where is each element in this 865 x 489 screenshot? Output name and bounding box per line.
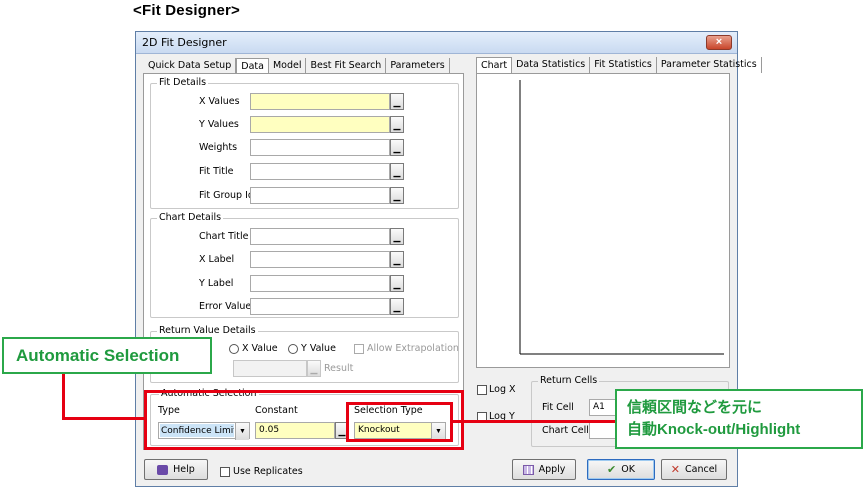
- apply-button[interactable]: Apply: [512, 459, 576, 480]
- apply-table-icon: [522, 464, 534, 475]
- range-picker-icon[interactable]: ▁: [390, 228, 404, 245]
- x-values-label: X Values: [199, 96, 240, 107]
- tab-model[interactable]: Model: [269, 58, 307, 74]
- chart-title-label: Chart Title: [199, 231, 249, 242]
- tab-chart[interactable]: Chart: [476, 57, 513, 73]
- return-cells-legend: Return Cells: [538, 375, 600, 386]
- range-picker-icon[interactable]: ▁: [390, 139, 404, 156]
- fit-title-label: Fit Title: [199, 166, 234, 177]
- fit-details-group: Fit Details X Values ▁ Y Values ▁ Weight…: [150, 77, 459, 209]
- error-values-input[interactable]: [250, 298, 390, 315]
- return-value-details-legend: Return Value Details: [157, 325, 258, 336]
- checkmark-icon: ✔: [607, 463, 617, 476]
- help-book-icon: [157, 464, 169, 475]
- y-values-input[interactable]: [250, 116, 390, 133]
- range-picker-icon[interactable]: ▁: [390, 93, 404, 110]
- x-label-input[interactable]: [250, 251, 390, 268]
- range-picker-icon[interactable]: ▁: [390, 298, 404, 315]
- cancel-button-label: Cancel: [685, 464, 718, 475]
- log-x-checkbox[interactable]: [477, 385, 487, 395]
- chart-cell-label: Chart Cell: [542, 425, 589, 436]
- range-picker-icon[interactable]: ▁: [390, 187, 404, 204]
- allow-extrapolation-checkbox[interactable]: [354, 344, 364, 354]
- chart-axes: [519, 80, 724, 355]
- chart-panel: [476, 73, 730, 368]
- x-label-label: X Label: [199, 254, 235, 265]
- title-bar: 2D Fit Designer ×: [136, 32, 737, 54]
- help-button-label: Help: [173, 464, 195, 475]
- tab-data-statistics[interactable]: Data Statistics: [512, 57, 591, 73]
- weights-input[interactable]: [250, 139, 390, 156]
- tab-quick-data-setup[interactable]: Quick Data Setup: [144, 58, 237, 74]
- window-title: 2D Fit Designer: [142, 36, 227, 49]
- ok-button-label: OK: [621, 464, 635, 475]
- use-replicates-checkbox[interactable]: [220, 467, 230, 477]
- use-replicates-label: Use Replicates: [233, 466, 303, 477]
- callout-line-2: 自動Knock-out/Highlight: [627, 421, 801, 438]
- cancel-button[interactable]: ✕ Cancel: [661, 459, 727, 480]
- page-heading: <Fit Designer>: [133, 2, 241, 19]
- result-input[interactable]: [233, 360, 307, 377]
- left-callout-connector: [62, 370, 65, 420]
- allow-extrapolation-label: Allow Extrapolation: [367, 343, 459, 354]
- chart-details-group: Chart Details Chart Title ▁ X Label ▁ Y …: [150, 212, 459, 318]
- range-picker-icon[interactable]: ▁: [390, 163, 404, 180]
- fit-cell-label: Fit Cell: [542, 402, 574, 413]
- fit-group-id-input[interactable]: [250, 187, 390, 204]
- weights-label: Weights: [199, 142, 238, 153]
- result-label: Result: [324, 363, 354, 374]
- log-x-label: Log X: [489, 384, 516, 395]
- callout-line-1: 信頼区間などを元に: [627, 399, 763, 416]
- error-values-label: Error Values: [199, 301, 257, 312]
- y-values-label: Y Values: [199, 119, 239, 130]
- range-picker-icon[interactable]: ▁: [390, 275, 404, 292]
- tab-parameters[interactable]: Parameters: [386, 58, 450, 74]
- apply-button-label: Apply: [538, 464, 566, 475]
- fit-details-legend: Fit Details: [157, 77, 209, 88]
- chart-title-input[interactable]: [250, 228, 390, 245]
- right-callout-connector: [453, 420, 615, 423]
- left-tab-strip: Quick Data Setup Data Model Best Fit Sea…: [144, 58, 450, 74]
- tab-fit-statistics[interactable]: Fit Statistics: [590, 57, 657, 73]
- y-value-radio[interactable]: [288, 344, 298, 354]
- tab-best-fit-search[interactable]: Best Fit Search: [306, 58, 387, 74]
- help-button[interactable]: Help: [144, 459, 208, 480]
- tab-data[interactable]: Data: [236, 58, 269, 74]
- automatic-selection-callout: Automatic Selection: [2, 337, 212, 374]
- fit-group-id-label: Fit Group Id: [199, 190, 254, 201]
- ok-button[interactable]: ✔ OK: [587, 459, 655, 480]
- y-label-label: Y Label: [199, 278, 234, 289]
- selection-type-highlight: [346, 402, 453, 442]
- y-label-input[interactable]: [250, 275, 390, 292]
- range-picker-icon[interactable]: ▁: [307, 360, 321, 377]
- range-picker-icon[interactable]: ▁: [390, 116, 404, 133]
- tab-parameter-statistics[interactable]: Parameter Statistics: [657, 57, 762, 73]
- knockout-highlight-callout: 信頼区間などを元に 自動Knock-out/Highlight: [615, 389, 863, 449]
- left-callout-connector-h: [62, 417, 146, 420]
- range-picker-icon[interactable]: ▁: [390, 251, 404, 268]
- x-values-input[interactable]: [250, 93, 390, 110]
- chart-details-legend: Chart Details: [157, 212, 224, 223]
- fit-title-input[interactable]: [250, 163, 390, 180]
- x-value-radio[interactable]: [229, 344, 239, 354]
- close-icon[interactable]: ×: [706, 35, 732, 50]
- y-value-label: Y Value: [301, 343, 336, 354]
- x-icon: ✕: [670, 463, 681, 476]
- x-value-label: X Value: [242, 343, 278, 354]
- right-tab-strip: Chart Data Statistics Fit Statistics Par…: [476, 57, 762, 73]
